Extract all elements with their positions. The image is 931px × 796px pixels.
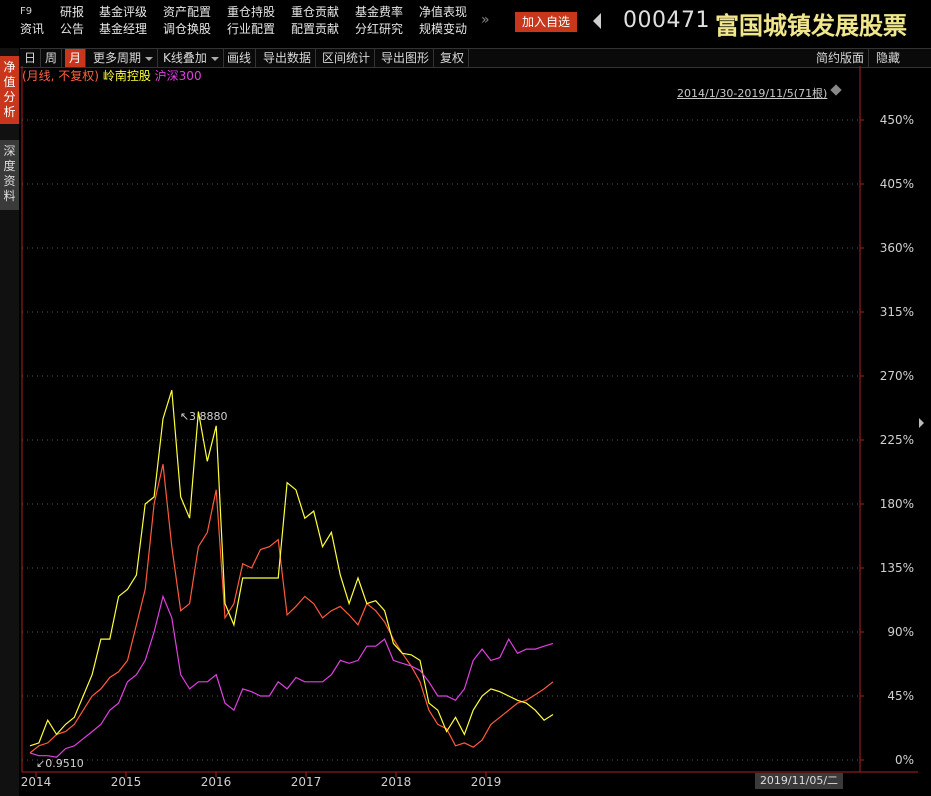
y-tick-label: 180%: [880, 497, 914, 511]
y-tick-label: 405%: [880, 177, 914, 191]
min-annotation: ↙0.9510: [36, 757, 84, 770]
x-tick-label: 2016: [201, 775, 232, 789]
x-tick-label: 2019: [471, 775, 502, 789]
y-tick-label: 0%: [895, 753, 914, 767]
max-annotation: ↖3.8880: [180, 410, 228, 423]
expand-right-icon[interactable]: [919, 418, 924, 428]
y-tick-label: 360%: [880, 241, 914, 255]
x-tick-label: 2018: [381, 775, 412, 789]
y-tick-label: 270%: [880, 369, 914, 383]
y-tick-label: 315%: [880, 305, 914, 319]
fund-line: [29, 464, 554, 754]
y-tick-label: 45%: [887, 689, 914, 703]
y-tick-label: 90%: [887, 625, 914, 639]
index-line: [29, 594, 554, 758]
x-tick-label: 2017: [291, 775, 322, 789]
nav-chart: 0% 45% 90% 135% 180% 225% 270% 315% 360% 405% 450%…: [21, 66, 918, 789]
y-tick-label: 450%: [880, 113, 914, 127]
x-tick-label: 2015: [111, 775, 142, 789]
y-tick-label: 135%: [880, 561, 914, 575]
y-tick-label: 225%: [880, 433, 914, 447]
stock-line: [29, 390, 554, 747]
x-tick-label: 2014: [21, 775, 52, 789]
cursor-date-label: 2019/11/05/二: [755, 773, 843, 789]
